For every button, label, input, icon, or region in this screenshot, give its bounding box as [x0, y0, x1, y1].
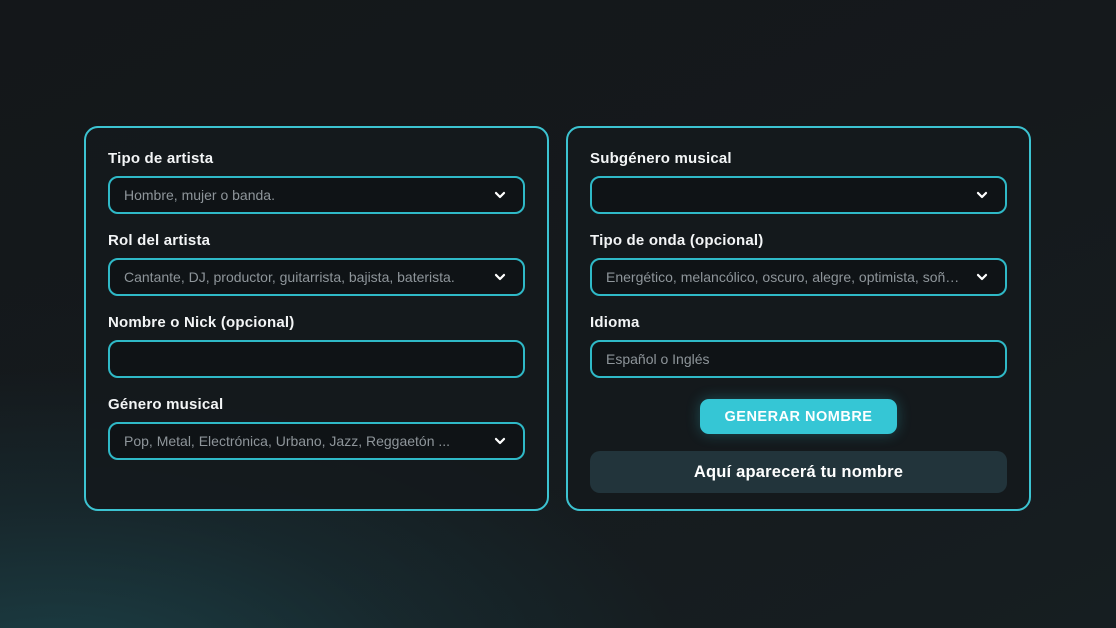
- field-group-artist-type: Tipo de artista Hombre, mujer o banda.: [108, 150, 525, 214]
- generate-button-row: GENERAR NOMBRE: [590, 399, 1007, 434]
- generated-name-result: Aquí aparecerá tu nombre: [590, 451, 1007, 493]
- music-subgenre-select[interactable]: [590, 176, 1007, 214]
- field-group-music-subgenre: Subgénero musical: [590, 150, 1007, 214]
- field-group-artist-role: Rol del artista Cantante, DJ, productor,…: [108, 232, 525, 296]
- chevron-down-icon: [973, 186, 991, 204]
- artist-role-label: Rol del artista: [108, 232, 525, 249]
- chevron-down-icon: [973, 268, 991, 286]
- artist-role-placeholder: Cantante, DJ, productor, guitarrista, ba…: [124, 269, 483, 285]
- artist-name-generator-page: Tipo de artista Hombre, mujer o banda. R…: [0, 0, 1116, 628]
- artist-type-label: Tipo de artista: [108, 150, 525, 167]
- music-genre-label: Género musical: [108, 396, 525, 413]
- field-group-vibe-type: Tipo de onda (opcional) Energético, mela…: [590, 232, 1007, 296]
- artist-role-select[interactable]: Cantante, DJ, productor, guitarrista, ba…: [108, 258, 525, 296]
- field-group-music-genre: Género musical Pop, Metal, Electrónica, …: [108, 396, 525, 460]
- artist-type-select[interactable]: Hombre, mujer o banda.: [108, 176, 525, 214]
- artist-type-placeholder: Hombre, mujer o banda.: [124, 187, 483, 203]
- field-group-language: Idioma: [590, 314, 1007, 378]
- generation-options-card: Subgénero musical Tipo de onda (opcional…: [566, 126, 1031, 511]
- name-nick-label: Nombre o Nick (opcional): [108, 314, 525, 331]
- music-genre-select[interactable]: Pop, Metal, Electrónica, Urbano, Jazz, R…: [108, 422, 525, 460]
- vibe-type-label: Tipo de onda (opcional): [590, 232, 1007, 249]
- language-label: Idioma: [590, 314, 1007, 331]
- music-subgenre-label: Subgénero musical: [590, 150, 1007, 167]
- vibe-type-placeholder: Energético, melancólico, oscuro, alegre,…: [606, 269, 965, 285]
- artist-details-card: Tipo de artista Hombre, mujer o banda. R…: [84, 126, 549, 511]
- generate-name-button[interactable]: GENERAR NOMBRE: [700, 399, 898, 434]
- music-genre-placeholder: Pop, Metal, Electrónica, Urbano, Jazz, R…: [124, 433, 483, 449]
- chevron-down-icon: [491, 268, 509, 286]
- name-nick-input[interactable]: [108, 340, 525, 378]
- vibe-type-select[interactable]: Energético, melancólico, oscuro, alegre,…: [590, 258, 1007, 296]
- field-group-name-nick: Nombre o Nick (opcional): [108, 314, 525, 378]
- chevron-down-icon: [491, 432, 509, 450]
- language-input[interactable]: [590, 340, 1007, 378]
- chevron-down-icon: [491, 186, 509, 204]
